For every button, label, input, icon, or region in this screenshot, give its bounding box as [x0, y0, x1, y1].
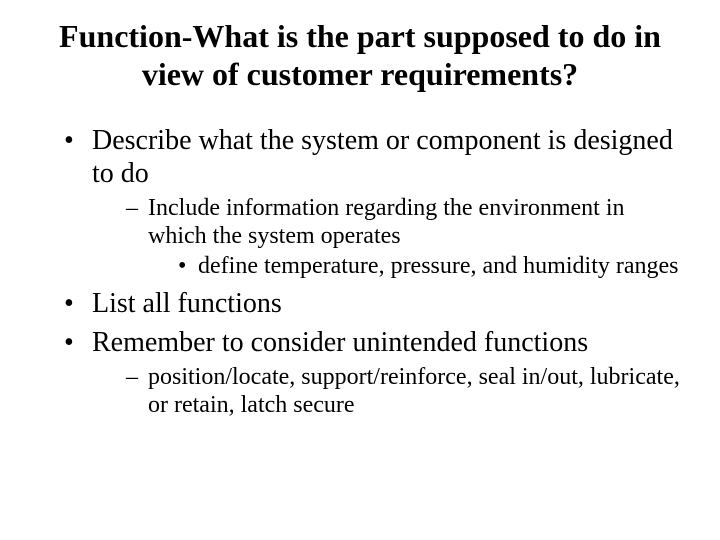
bullet-list-level3: define temperature, pressure, and humidi… — [148, 252, 680, 280]
bullet-text: define temperature, pressure, and humidi… — [198, 253, 679, 279]
slide: Function-What is the part supposed to do… — [0, 0, 720, 540]
slide-title: Function-What is the part supposed to do… — [50, 18, 670, 94]
list-item: List all functions — [64, 287, 680, 320]
bullet-text: Include information regarding the enviro… — [148, 195, 625, 249]
bullet-list-level2: position/locate, support/reinforce, seal… — [92, 363, 680, 420]
bullet-list-level1: Describe what the system or component is… — [30, 124, 690, 420]
list-item: define temperature, pressure, and humidi… — [178, 252, 680, 280]
bullet-list-level2: Include information regarding the enviro… — [92, 194, 680, 281]
bullet-text: position/locate, support/reinforce, seal… — [148, 364, 680, 418]
list-item: Describe what the system or component is… — [64, 124, 680, 281]
list-item: position/locate, support/reinforce, seal… — [126, 363, 680, 420]
bullet-text: Remember to consider unintended function… — [92, 327, 588, 358]
bullet-text: List all functions — [92, 288, 282, 319]
list-item: Include information regarding the enviro… — [126, 194, 680, 281]
bullet-text: Describe what the system or component is… — [92, 125, 673, 189]
list-item: Remember to consider unintended function… — [64, 326, 680, 420]
slide-body: Describe what the system or component is… — [30, 124, 690, 420]
